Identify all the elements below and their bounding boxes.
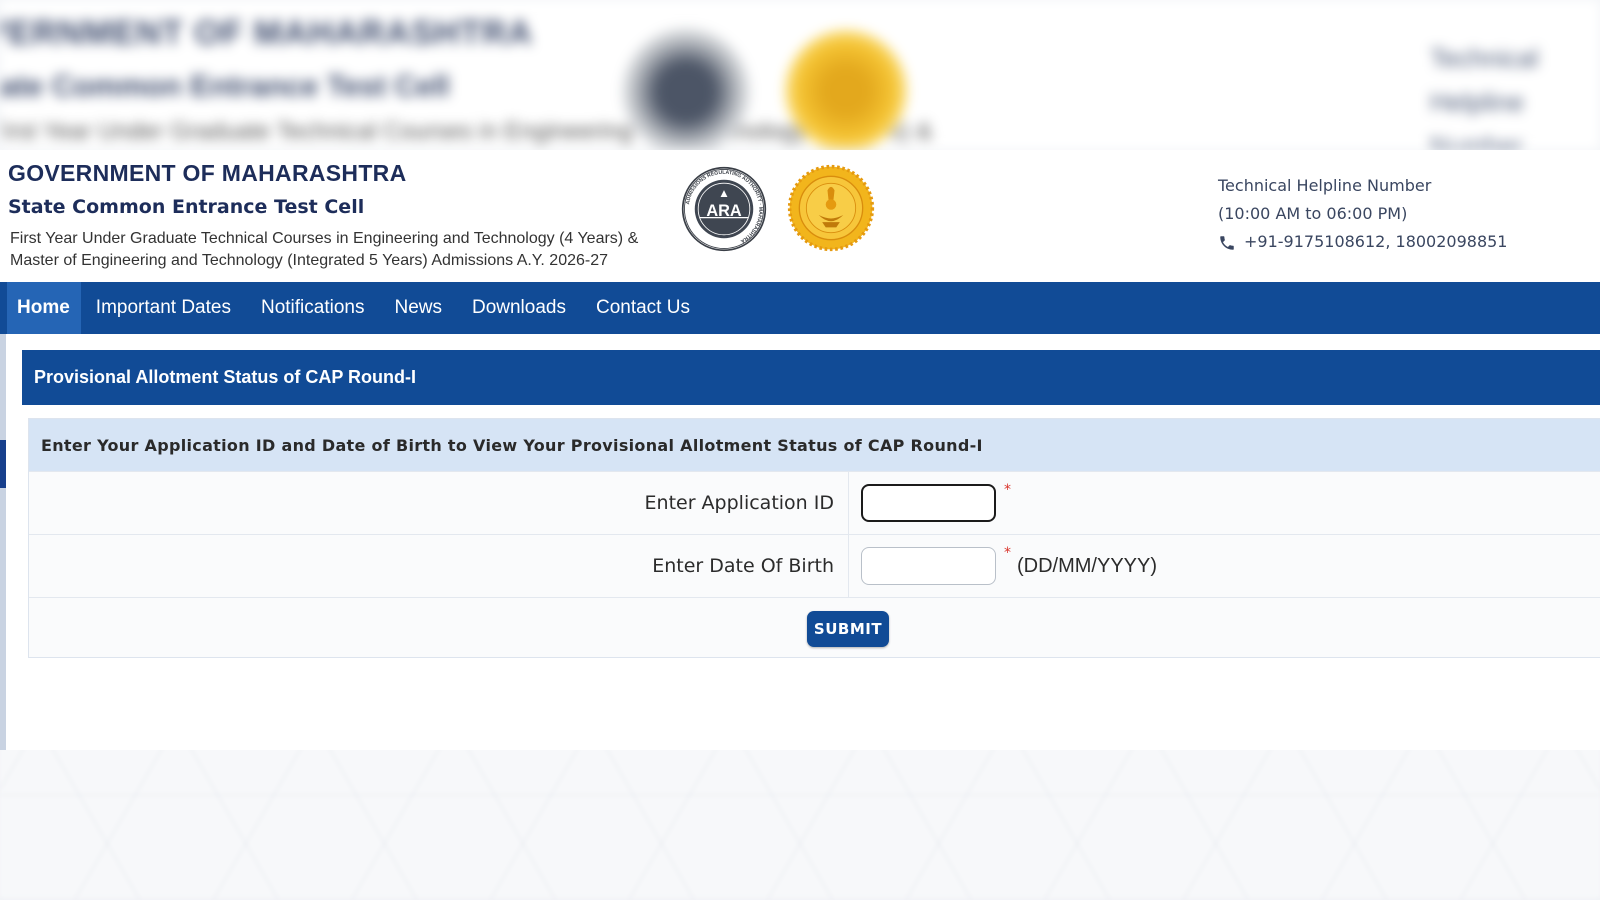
blurred-seal-logo: [785, 30, 907, 150]
blurred-helpline-title: Technical Helpline Number: [1430, 43, 1539, 150]
dob-input[interactable]: [861, 547, 996, 585]
allotment-status-form: Enter Your Application ID and Date of Bi…: [28, 418, 1600, 658]
helpline-block: Technical Helpline Number (10:00 AM to 0…: [1218, 172, 1507, 256]
helpline-phone-row: +91-9175108612, 18002098851: [1218, 228, 1507, 256]
course-line-2: Master of Engineering and Technology (In…: [10, 252, 609, 269]
maharashtra-seal-logo: [787, 164, 875, 252]
nav-item-news[interactable]: News: [379, 282, 457, 334]
ara-logo: ARA ADMISSIONS REGULATING AUTHORITY · MA…: [681, 166, 767, 252]
blurred-background-header: GOVERNMENT OF MAHARASHTRA State Common E…: [0, 0, 1600, 150]
blurred-course-line: First Year Under Graduate Technical Cour…: [0, 118, 933, 145]
nav-item-home[interactable]: Home: [7, 282, 81, 334]
nav-item-notifications[interactable]: Notifications: [246, 282, 380, 334]
helpline-numbers[interactable]: +91-9175108612, 18002098851: [1244, 228, 1507, 256]
submit-button[interactable]: SUBMIT: [807, 611, 889, 647]
phone-icon: [1220, 236, 1234, 250]
main-nav: Home Important Dates Notifications News …: [0, 282, 1600, 334]
required-mark: *: [1004, 545, 1011, 561]
blurred-cell-title: State Common Entrance Test Cell: [0, 70, 450, 103]
application-id-input[interactable]: [861, 484, 996, 522]
cell-title: State Common Entrance Test Cell: [8, 196, 365, 218]
course-line-1: First Year Under Graduate Technical Cour…: [10, 230, 639, 247]
nav-item-downloads[interactable]: Downloads: [457, 282, 581, 334]
nav-item-contact-us[interactable]: Contact Us: [581, 282, 705, 334]
page-card: GOVERNMENT OF MAHARASHTRA State Common E…: [0, 150, 1600, 750]
dob-label: Enter Date Of Birth: [29, 535, 849, 597]
application-id-label: Enter Application ID: [29, 472, 849, 534]
dob-format-hint: (DD/MM/YYYY): [1017, 554, 1157, 577]
dob-field-cell: * (DD/MM/YYYY): [849, 535, 1157, 597]
helpline-hours: (10:00 AM to 06:00 PM): [1218, 204, 1408, 223]
gov-title: GOVERNMENT OF MAHARASHTRA: [8, 160, 407, 186]
application-id-field-cell: *: [849, 472, 1011, 534]
blurred-ara-logo: [622, 28, 750, 150]
form-instructions: Enter Your Application ID and Date of Bi…: [29, 419, 1600, 471]
helpline-title: Technical Helpline Number: [1218, 176, 1432, 195]
dob-row: Enter Date Of Birth * (DD/MM/YYYY): [29, 534, 1600, 597]
panel-title: Provisional Allotment Status of CAP Roun…: [22, 350, 1600, 405]
blurred-gov-title: GOVERNMENT OF MAHARASHTRA: [0, 14, 533, 52]
site-header: GOVERNMENT OF MAHARASHTRA State Common E…: [0, 150, 1600, 282]
submit-row: SUBMIT: [29, 597, 1600, 660]
application-id-row: Enter Application ID *: [29, 471, 1600, 534]
required-mark: *: [1004, 482, 1011, 498]
nav-item-important-dates[interactable]: Important Dates: [81, 282, 246, 334]
ara-logo-text: ARA: [706, 202, 742, 220]
blurred-helpline: Technical Helpline Number (10:00 AM to 0…: [1430, 36, 1600, 150]
